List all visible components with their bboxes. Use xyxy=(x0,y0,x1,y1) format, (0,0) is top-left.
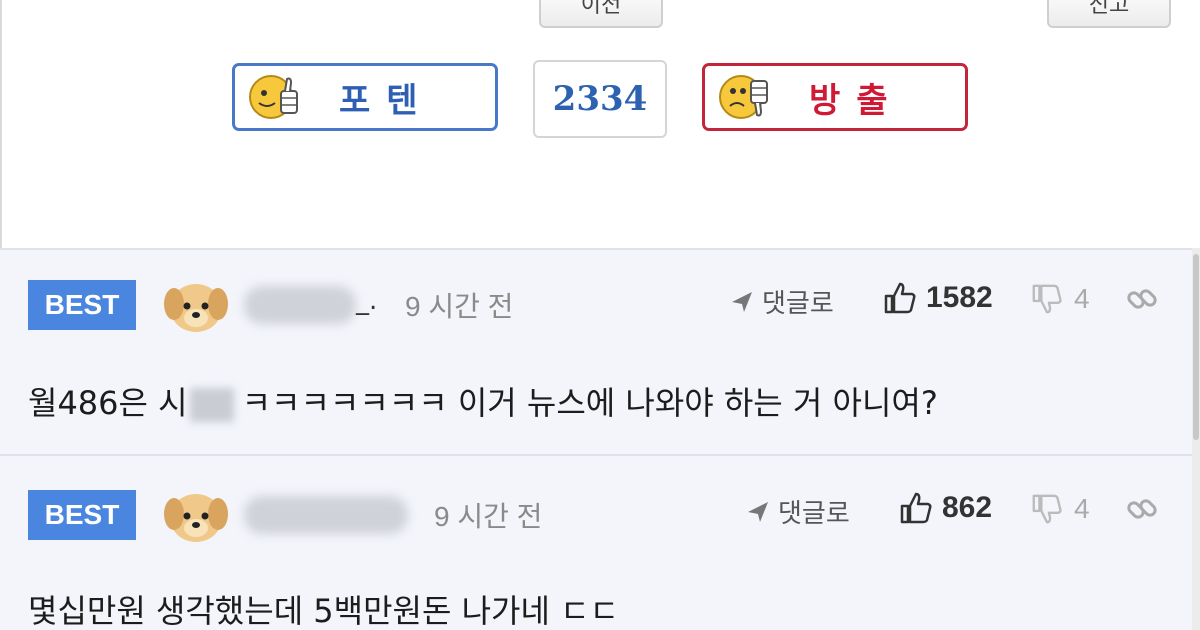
post-vote-panel: 이전 신고 포텐 2334 방출 xyxy=(0,0,1200,248)
comment-time: 9 시간 전 xyxy=(405,291,514,322)
best-badge: BEST xyxy=(28,490,136,540)
comment-text: 몇십만원 생각했는데 5백만원돈 나가네 ㄷㄷ xyxy=(28,592,619,630)
vote-count: 2334 xyxy=(533,60,667,138)
upvote-label: 포텐 xyxy=(339,80,434,121)
thumbs-up-face-icon xyxy=(249,75,298,119)
scrollbar-thumb[interactable] xyxy=(1193,254,1199,440)
dislike-button[interactable]: 4 xyxy=(1030,492,1090,526)
thumbs-up-icon xyxy=(900,492,932,524)
dislike-count: 4 xyxy=(1074,283,1090,314)
reply-button[interactable]: 댓글로 xyxy=(728,283,834,320)
nickname-blurred xyxy=(244,496,408,534)
best-badge: BEST xyxy=(28,280,136,330)
reply-label: 댓글로 xyxy=(778,499,850,529)
dislike-button[interactable]: 4 xyxy=(1030,282,1090,316)
like-button[interactable]: 862 xyxy=(898,490,992,526)
thumbs-down-face-icon xyxy=(719,75,768,119)
link-icon[interactable] xyxy=(1124,281,1160,317)
like-count: 1582 xyxy=(926,281,993,314)
comment-item: BEST _. 9 시간 전 댓글로 1582 4 월486은 시 ㅋㅋㅋㅋㅋㅋ… xyxy=(0,248,1192,452)
reply-arrow-icon xyxy=(732,291,752,312)
reply-arrow-icon xyxy=(748,501,768,522)
upvote-button[interactable]: 포텐 xyxy=(232,63,498,131)
comment-time: 9 시간 전 xyxy=(434,501,543,532)
puppy-avatar-icon[interactable] xyxy=(160,480,232,552)
best-comments-list: BEST _. 9 시간 전 댓글로 1582 4 월486은 시 ㅋㅋㅋㅋㅋㅋ… xyxy=(0,248,1200,630)
comment-item: BEST 9 시간 전 댓글로 862 4 몇십만원 생각했는데 5백만원돈 나… xyxy=(0,454,1192,630)
reply-button[interactable]: 댓글로 xyxy=(744,493,850,530)
report-button[interactable]: 신고 xyxy=(1047,0,1171,28)
dislike-count: 4 xyxy=(1074,493,1090,524)
thumbs-up-icon xyxy=(884,282,916,314)
thumbs-down-icon xyxy=(1032,494,1062,524)
nickname-suffix: _. xyxy=(356,286,378,316)
nickname-blurred xyxy=(244,286,356,324)
thumbs-down-icon xyxy=(1032,284,1062,314)
like-count: 862 xyxy=(942,491,993,524)
prev-button[interactable]: 이전 xyxy=(539,0,663,28)
censored-word xyxy=(189,388,234,422)
link-icon[interactable] xyxy=(1124,491,1160,527)
downvote-button[interactable]: 방출 xyxy=(702,63,968,131)
reply-label: 댓글로 xyxy=(762,289,834,319)
downvote-label: 방출 xyxy=(809,80,904,121)
comment-text: 월486은 시 ㅋㅋㅋㅋㅋㅋㅋ 이거 뉴스에 나와야 하는 거 아니여? xyxy=(28,378,938,424)
comment-text-part: 월486은 시 xyxy=(28,384,188,422)
puppy-avatar-icon[interactable] xyxy=(160,270,232,342)
like-button[interactable]: 1582 xyxy=(882,280,993,316)
comment-text-part: ㅋㅋㅋㅋㅋㅋㅋ 이거 뉴스에 나와야 하는 거 아니여? xyxy=(241,384,938,422)
